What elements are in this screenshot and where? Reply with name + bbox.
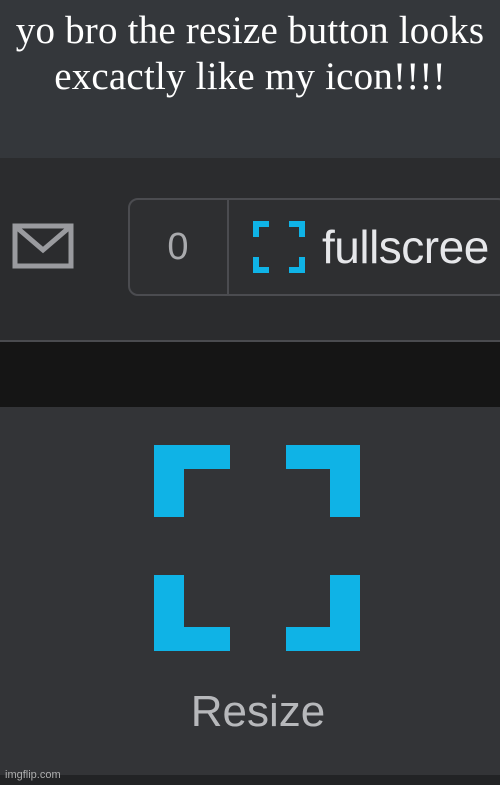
fullscreen-button-group[interactable]: 0 fullscree — [128, 198, 500, 296]
fullscreen-button-label: fullscree — [322, 221, 489, 273]
meme-caption: yo bro the resize button looks excactly … — [15, 9, 485, 98]
resize-corners-icon[interactable] — [154, 445, 360, 651]
imgflip-watermark: imgflip.com — [5, 769, 61, 781]
notification-count: 0 — [167, 226, 189, 268]
meme-image: yo bro the resize button looks excactly … — [0, 0, 500, 785]
resize-label: Resize — [190, 687, 326, 736]
envelope-icon[interactable] — [12, 222, 74, 272]
toolbar: 0 fullscree — [0, 158, 500, 340]
caption-bar: yo bro the resize button looks excactly … — [0, 0, 500, 158]
resize-panel: Resize — [0, 407, 500, 775]
bottom-edge — [0, 775, 500, 785]
black-strip — [0, 342, 500, 407]
button-divider — [227, 200, 229, 294]
fullscreen-corners-icon — [253, 221, 305, 273]
